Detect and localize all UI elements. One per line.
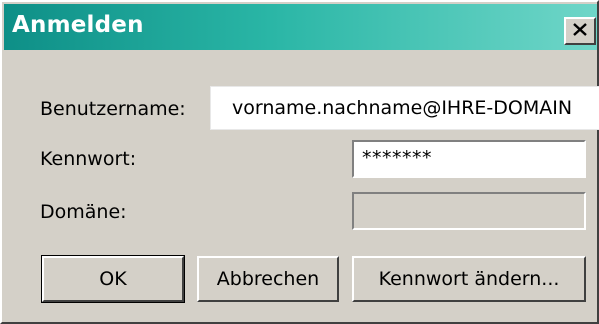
ok-button[interactable]: OK [41,255,185,303]
username-label: Benutzername: [40,98,186,120]
ok-button-label: OK [99,268,127,290]
change-password-button-label: Kennwort ändern... [378,268,560,290]
title-bar[interactable]: Anmelden [4,4,597,50]
login-dialog: Anmelden Benutzername: vorname.nachname@… [0,0,599,324]
dialog-title: Anmelden [12,12,144,38]
username-field[interactable]: vorname.nachname@IHRE-DOMAIN [210,86,599,130]
password-field[interactable]: ******* [352,140,586,178]
domain-field [352,192,586,230]
cancel-button-label: Abbrechen [216,268,320,290]
domain-label: Domäne: [40,201,127,223]
cancel-button[interactable]: Abbrechen [197,256,339,302]
password-label: Kennwort: [40,148,137,170]
close-icon [573,22,587,40]
close-button[interactable] [564,17,596,45]
change-password-button[interactable]: Kennwort ändern... [352,256,586,302]
